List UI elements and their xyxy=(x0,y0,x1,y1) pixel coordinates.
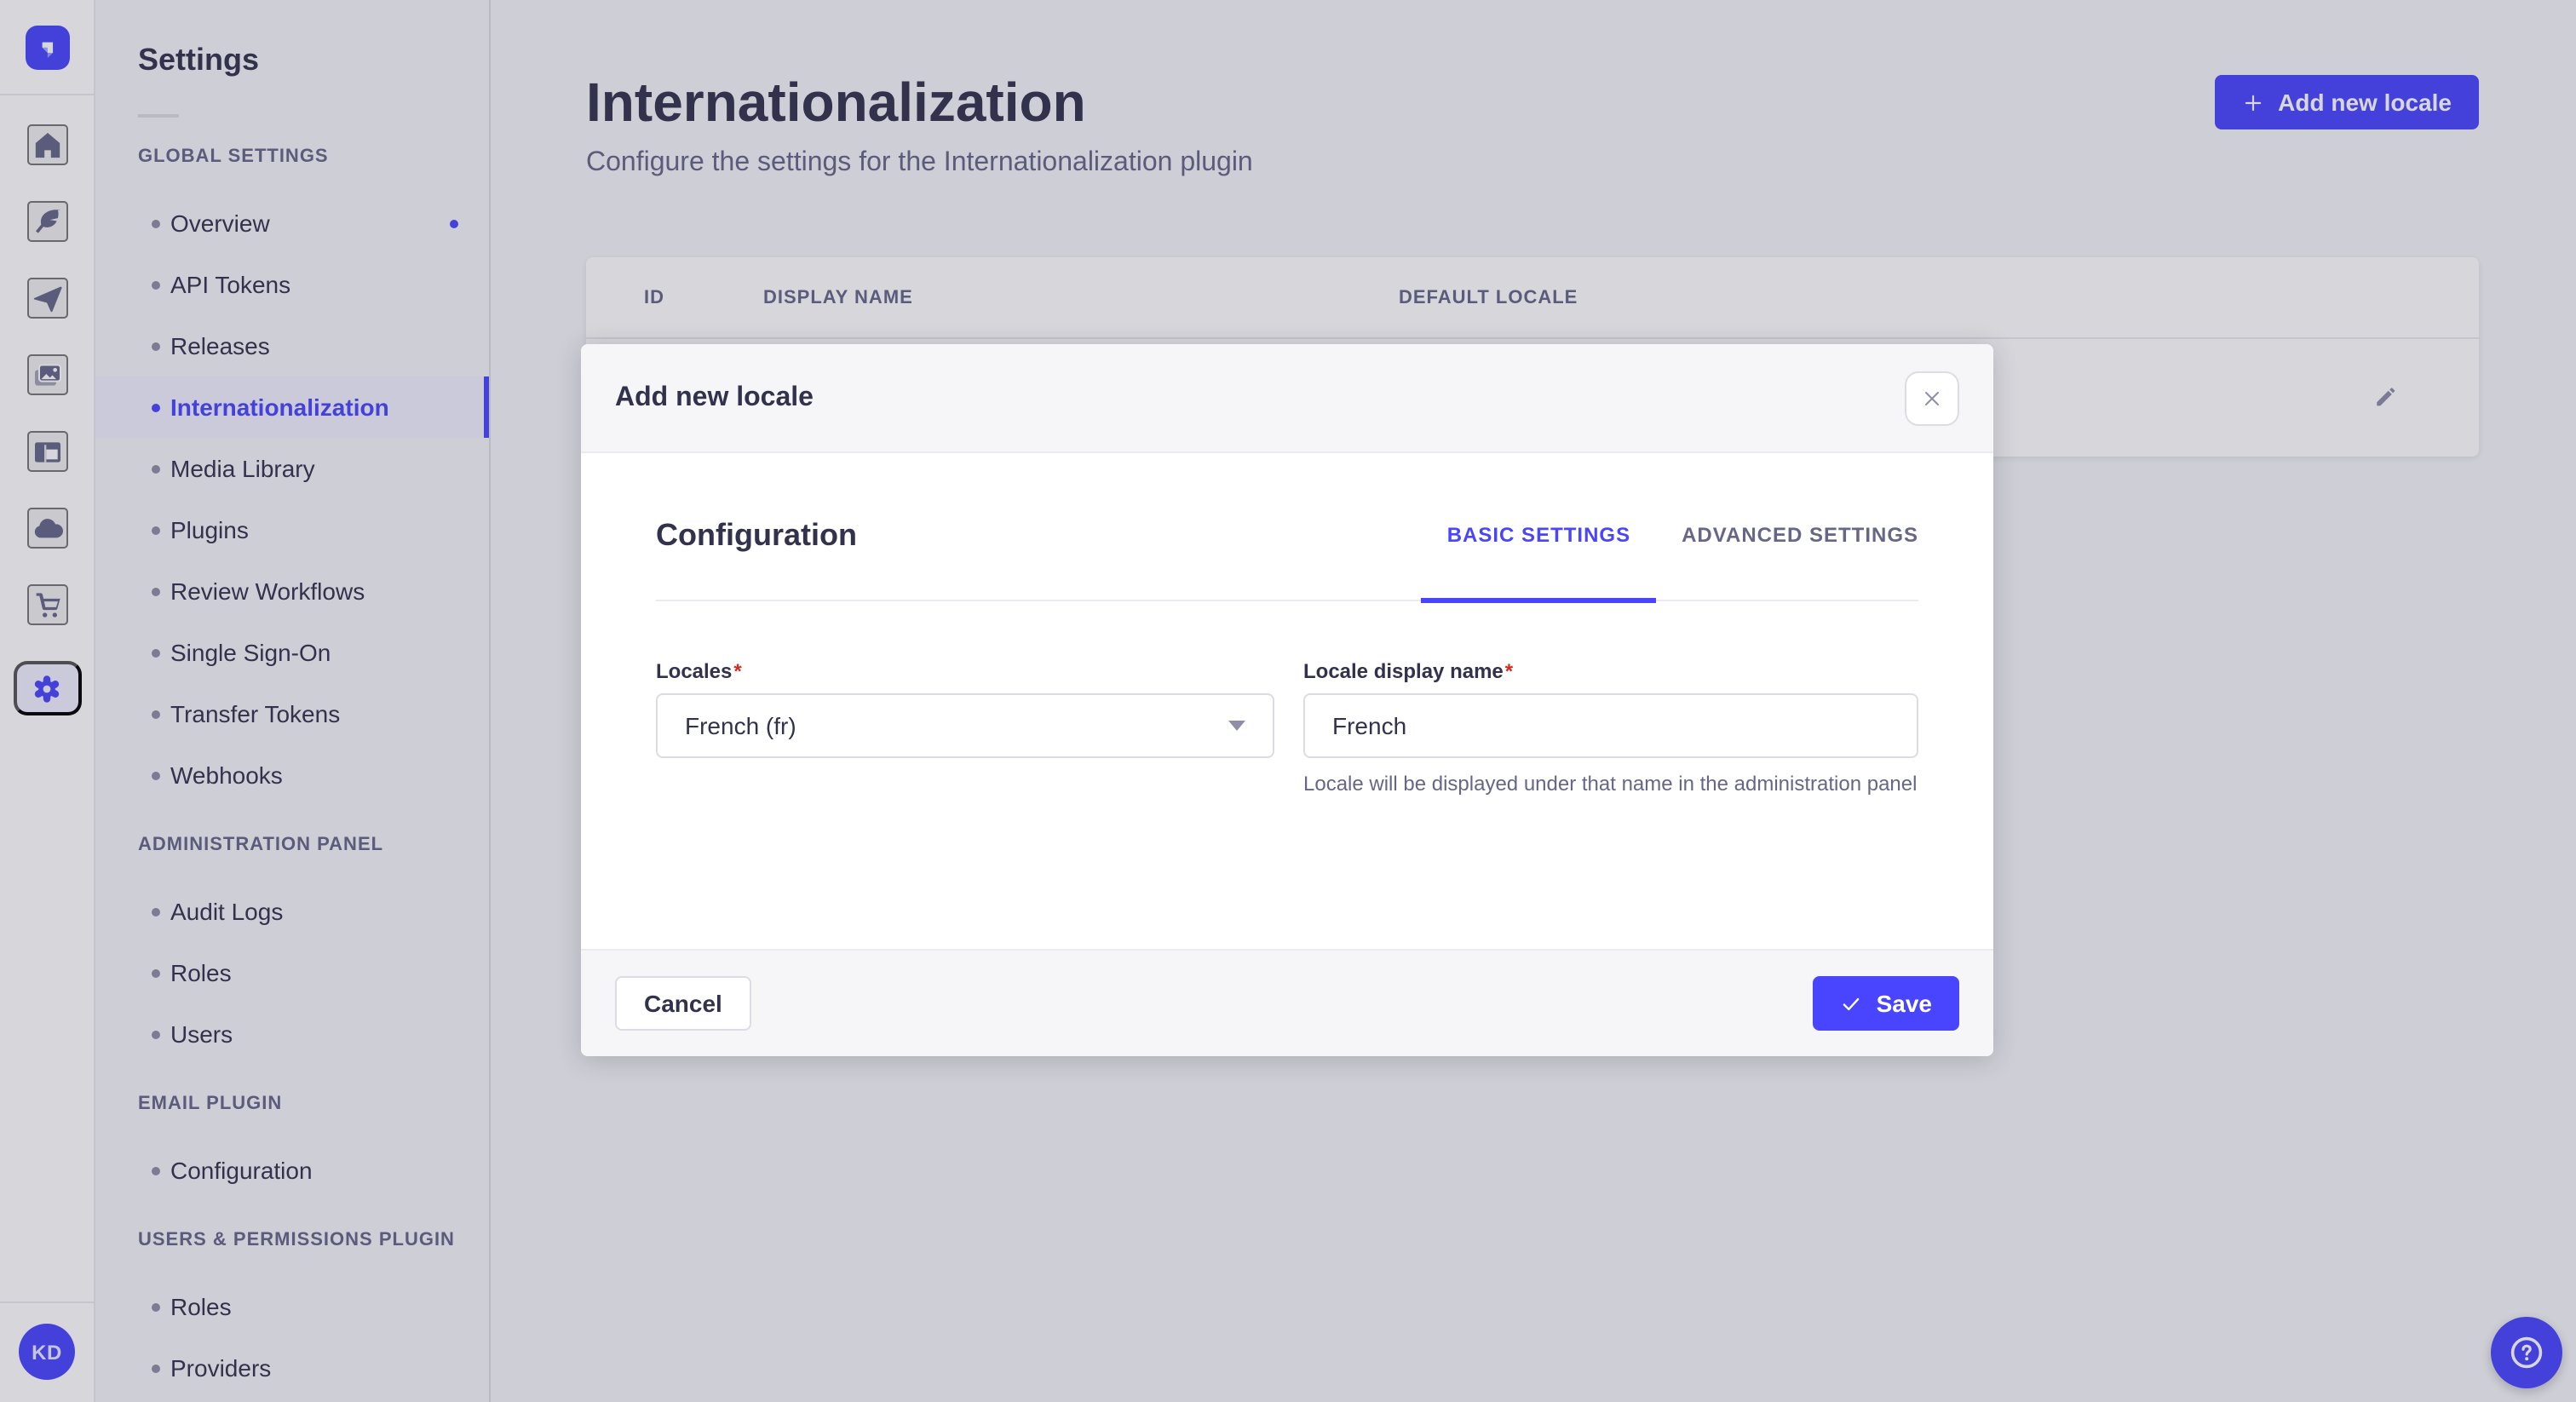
locale-display-name-label-text: Locale display name xyxy=(1303,659,1504,683)
locale-display-name-hint: Locale will be displayed under that name… xyxy=(1303,772,1918,796)
locales-select-value: French (fr) xyxy=(685,712,796,739)
close-modal-button[interactable] xyxy=(1905,371,1959,425)
required-asterisk: * xyxy=(733,659,742,683)
locale-display-name-field: Locale display name* Locale will be disp… xyxy=(1303,659,1918,797)
chevron-down-icon xyxy=(1228,721,1245,731)
tab-basic-settings[interactable]: BASIC SETTINGS xyxy=(1421,453,1656,603)
close-icon xyxy=(1925,391,1939,405)
required-asterisk: * xyxy=(1504,659,1514,683)
modal-body: Configuration BASIC SETTINGS ADVANCED SE… xyxy=(581,453,1993,949)
locale-display-name-input[interactable] xyxy=(1303,693,1918,758)
add-locale-modal: Add new locale Configuration BASIC SETTI… xyxy=(581,344,1993,1056)
locales-label-text: Locales xyxy=(656,659,733,683)
locales-select[interactable]: French (fr) xyxy=(656,693,1274,758)
settings-tabs: BASIC SETTINGS ADVANCED SETTINGS xyxy=(1421,453,1918,603)
save-button[interactable]: Save xyxy=(1813,976,1959,1031)
modal-header: Add new locale xyxy=(581,344,1993,453)
cancel-button[interactable]: Cancel xyxy=(615,976,751,1031)
modal-footer: Cancel Save xyxy=(581,949,1993,1056)
locales-field: Locales * French (fr) xyxy=(656,659,1274,797)
check-icon xyxy=(1843,997,1860,1010)
strapi-settings-page: KD Settings GLOBAL SETTINGS Overview API… xyxy=(0,0,2576,1402)
save-label: Save xyxy=(1876,990,1932,1017)
locale-display-name-label: Locale display name * xyxy=(1303,659,1918,683)
locales-label: Locales * xyxy=(656,659,1274,683)
configuration-header-row: Configuration BASIC SETTINGS ADVANCED SE… xyxy=(656,453,1918,603)
configuration-title: Configuration xyxy=(656,517,857,551)
modal-fields-row: Locales * French (fr) Locale display name… xyxy=(656,659,1918,797)
modal-title: Add new locale xyxy=(615,382,814,411)
tab-advanced-settings[interactable]: ADVANCED SETTINGS xyxy=(1682,453,1918,600)
